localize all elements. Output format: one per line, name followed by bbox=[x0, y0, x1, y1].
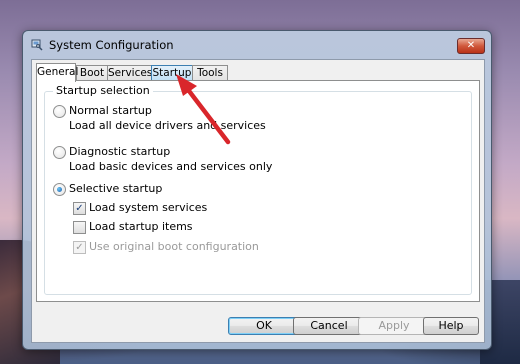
diagnostic-startup-label[interactable]: Diagnostic startup bbox=[69, 145, 170, 158]
use-original-boot-config-label: Use original boot configuration bbox=[89, 240, 259, 253]
use-original-boot-config-checkbox: ✓ bbox=[73, 241, 86, 254]
diagnostic-startup-description: Load basic devices and services only bbox=[69, 160, 273, 173]
close-icon: ✕ bbox=[466, 40, 476, 51]
tab-tools[interactable]: Tools bbox=[192, 65, 228, 81]
close-button[interactable]: ✕ bbox=[457, 38, 485, 54]
tab-general[interactable]: General bbox=[36, 63, 78, 82]
selective-startup-label[interactable]: Selective startup bbox=[69, 182, 162, 195]
cancel-button[interactable]: Cancel bbox=[293, 317, 365, 335]
tab-services[interactable]: Services bbox=[107, 65, 152, 81]
diagnostic-startup-radio[interactable] bbox=[53, 146, 66, 159]
apply-button: Apply bbox=[358, 317, 430, 335]
load-system-services-label[interactable]: Load system services bbox=[89, 201, 207, 214]
startup-selection-group: Startup selection Normal startup Load al… bbox=[44, 84, 472, 295]
normal-startup-description: Load all device drivers and services bbox=[69, 119, 266, 132]
selective-startup-radio[interactable] bbox=[53, 183, 66, 196]
tab-startup[interactable]: Startup bbox=[151, 65, 193, 81]
checkmark-icon: ✓ bbox=[75, 203, 84, 214]
window-title: System Configuration bbox=[49, 38, 174, 52]
load-startup-items-label[interactable]: Load startup items bbox=[89, 220, 193, 233]
checkmark-icon: ✓ bbox=[75, 242, 84, 253]
title-bar[interactable]: System Configuration ✕ bbox=[23, 31, 491, 59]
help-button[interactable]: Help bbox=[423, 317, 479, 335]
ok-button[interactable]: OK bbox=[228, 317, 300, 335]
system-configuration-window: System Configuration ✕ General Boot Serv… bbox=[22, 30, 492, 350]
normal-startup-label[interactable]: Normal startup bbox=[69, 104, 152, 117]
load-system-services-checkbox[interactable]: ✓ bbox=[73, 202, 86, 215]
normal-startup-radio[interactable] bbox=[53, 105, 66, 118]
dialog-client-area: General Boot Services Startup Tools Star… bbox=[31, 59, 485, 343]
general-tab-panel: Startup selection Normal startup Load al… bbox=[36, 80, 480, 302]
tab-boot[interactable]: Boot bbox=[76, 65, 108, 81]
msconfig-app-icon bbox=[31, 39, 43, 51]
group-label: Startup selection bbox=[53, 84, 153, 97]
load-startup-items-checkbox[interactable] bbox=[73, 221, 86, 234]
